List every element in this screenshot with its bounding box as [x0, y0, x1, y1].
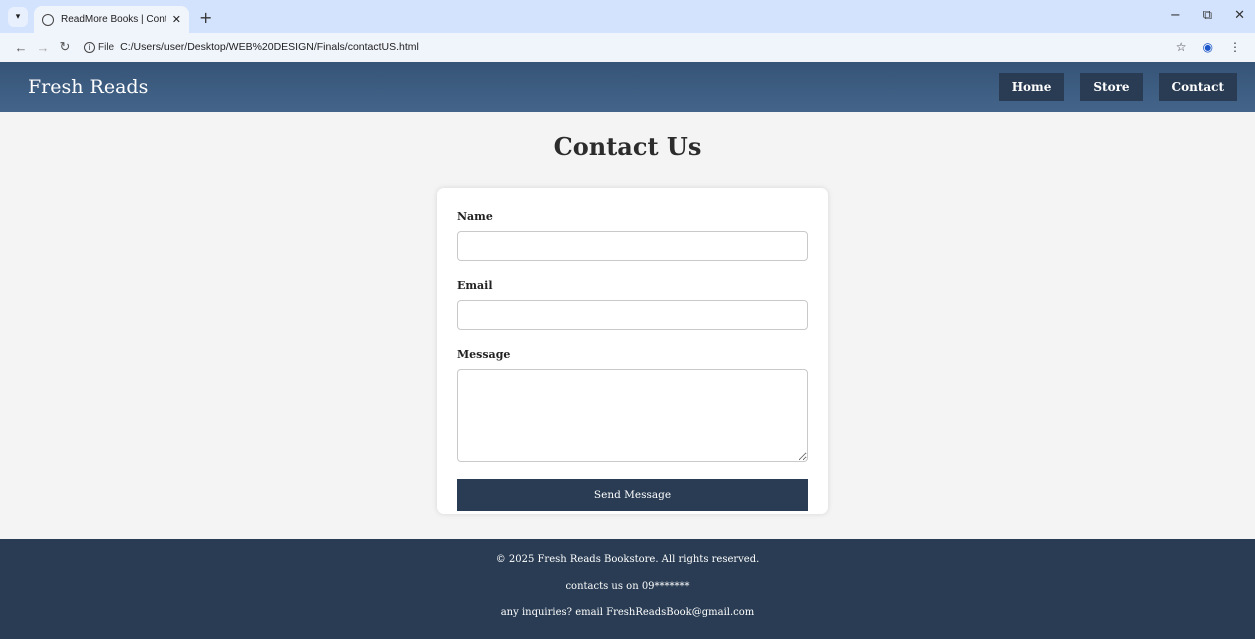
reload-icon[interactable]: ↻: [54, 39, 76, 55]
url-text: C:/Users/user/Desktop/WEB%20DESIGN/Final…: [120, 41, 419, 53]
name-label: Name: [457, 210, 493, 223]
restore-icon[interactable]: ⧉: [1203, 8, 1212, 23]
main-nav: Home Store Contact: [998, 73, 1237, 101]
site-info-button[interactable]: i File: [84, 41, 115, 53]
contact-form: Name Email Message Send Message: [437, 188, 828, 514]
address-bar-actions: ☆ ◉ ⋮: [1176, 40, 1241, 54]
chevron-down-icon: ▾: [15, 12, 21, 22]
profile-icon[interactable]: ◉: [1203, 40, 1213, 54]
tab-title: ReadMore Books | Contact Us: [61, 14, 166, 25]
more-menu-icon[interactable]: ⋮: [1229, 40, 1241, 54]
send-message-button[interactable]: Send Message: [457, 479, 808, 511]
site-header: Fresh Reads Home Store Contact: [0, 62, 1255, 112]
window-close-icon[interactable]: ✕: [1234, 8, 1245, 23]
name-input[interactable]: [457, 231, 808, 261]
tab-close-icon[interactable]: ✕: [172, 13, 181, 26]
footer-inquiries: any inquiries? email FreshReadsBook@gmai…: [500, 607, 755, 618]
back-arrow-icon[interactable]: ←: [10, 40, 32, 55]
message-label: Message: [457, 348, 511, 361]
minimize-icon[interactable]: −: [1170, 8, 1181, 23]
main-content: Contact Us Name Email Message Send Messa…: [0, 112, 1255, 539]
info-icon: i: [84, 41, 95, 53]
url-field[interactable]: i File C:/Users/user/Desktop/WEB%20DESIG…: [84, 36, 1176, 58]
browser-tab-active[interactable]: ReadMore Books | Contact Us ✕: [34, 6, 189, 33]
bookmark-star-icon[interactable]: ☆: [1176, 40, 1187, 54]
site-brand[interactable]: Fresh Reads: [28, 76, 148, 98]
nav-store-link[interactable]: Store: [1080, 73, 1143, 101]
site-footer: © 2025 Fresh Reads Bookstore. All rights…: [0, 539, 1255, 639]
footer-contact: contacts us on 09*******: [565, 581, 690, 592]
email-label: Email: [457, 279, 493, 292]
footer-copyright: © 2025 Fresh Reads Bookstore. All rights…: [495, 554, 760, 565]
address-bar-row: ← → ↻ i File C:/Users/user/Desktop/WEB%2…: [0, 33, 1255, 61]
window-controls: − ⧉ ✕: [1170, 8, 1245, 23]
tab-search-button[interactable]: ▾: [8, 7, 28, 27]
forward-arrow-icon[interactable]: →: [32, 40, 54, 55]
page-title: Contact Us: [553, 132, 702, 161]
nav-home-link[interactable]: Home: [998, 73, 1065, 101]
new-tab-button[interactable]: +: [199, 8, 212, 27]
browser-tab-strip: ▾ ReadMore Books | Contact Us ✕ + − ⧉ ✕: [0, 0, 1255, 33]
email-input[interactable]: [457, 300, 808, 330]
file-label: File: [98, 41, 115, 53]
nav-contact-link[interactable]: Contact: [1158, 73, 1237, 101]
globe-icon: [42, 13, 54, 26]
message-textarea[interactable]: [457, 369, 808, 462]
